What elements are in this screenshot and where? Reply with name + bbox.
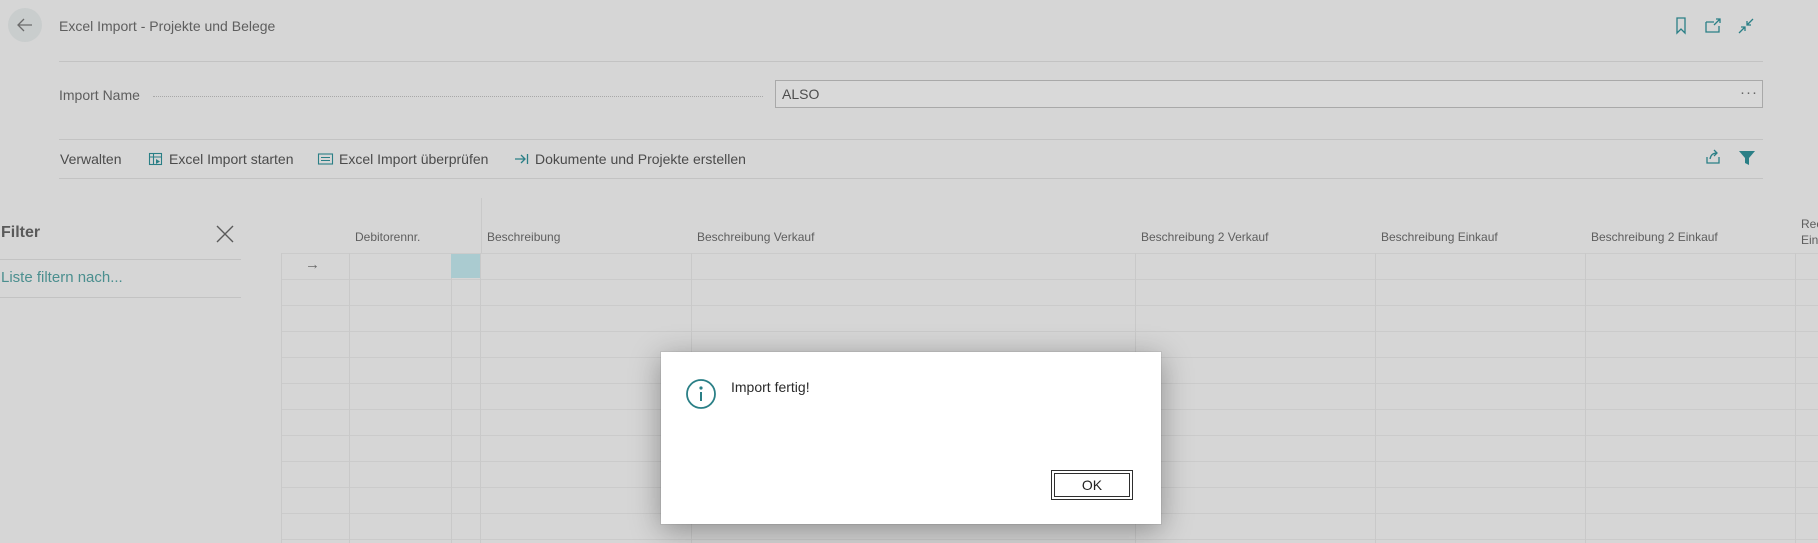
grid-row-line (281, 539, 1818, 540)
column-header-beschreibung-einkauf[interactable]: Beschreibung Einkauf (1381, 230, 1498, 244)
column-header-beschreibung[interactable]: Beschreibung (487, 230, 560, 244)
grid-col-line (1585, 253, 1586, 543)
collapse-button[interactable] (1736, 16, 1758, 38)
grid-row-line (281, 253, 1818, 254)
field-lookup-button[interactable]: ··· (1740, 84, 1758, 101)
filter-close-button[interactable] (214, 223, 236, 250)
check-import-label: Excel Import überprüfen (339, 151, 489, 167)
filter-funnel-icon (1739, 151, 1755, 165)
open-new-window-icon (1705, 18, 1721, 33)
grid-col-line (451, 253, 452, 543)
enter-arrow-icon (515, 154, 529, 164)
column-header-truncated-top[interactable]: Rec (1801, 217, 1818, 231)
manage-menu[interactable]: Verwalten (60, 151, 121, 167)
current-row-indicator: → (305, 256, 320, 273)
back-button[interactable] (8, 8, 42, 42)
page-title: Excel Import - Projekte und Belege (59, 18, 276, 34)
selected-cell[interactable] (451, 254, 480, 278)
back-arrow-icon (17, 18, 32, 32)
grid-col-line (1795, 253, 1796, 543)
grid-col-line (349, 253, 350, 543)
column-header-beschreibung-verkauf[interactable]: Beschreibung Verkauf (697, 230, 814, 244)
grid-row-line (281, 279, 1818, 280)
manage-label: Verwalten (60, 151, 122, 167)
column-header-debitorennr[interactable]: Debitorennr. (355, 230, 420, 244)
import-name-label: Import Name (59, 87, 140, 103)
field-divider (59, 139, 1763, 140)
filter-divider-top (0, 259, 241, 260)
filter-divider-bottom (0, 297, 241, 298)
grid-row-line (281, 331, 1818, 332)
spreadsheet-check-icon (317, 153, 334, 165)
import-name-input[interactable] (775, 80, 1763, 108)
column-header-beschreibung-2-einkauf[interactable]: Beschreibung 2 Einkauf (1591, 230, 1718, 244)
column-header-beschreibung-2-verkauf[interactable]: Beschreibung 2 Verkauf (1141, 230, 1268, 244)
close-icon (216, 225, 234, 243)
filter-pane-title: Filter (1, 224, 41, 241)
ok-button[interactable]: OK (1051, 470, 1133, 500)
share-button[interactable] (1704, 148, 1722, 171)
filter-list-link[interactable]: Liste filtern nach... (1, 269, 123, 286)
create-documents-action[interactable]: Dokumente und Projekte erstellen (514, 151, 746, 167)
dialog-message: Import fertig! (731, 379, 810, 395)
grid-row-line (281, 305, 1818, 306)
message-dialog: Import fertig! OK (661, 352, 1161, 524)
start-import-label: Excel Import starten (169, 151, 294, 167)
header-divider (59, 61, 1763, 62)
column-header-truncated-bottom: Ein (1801, 233, 1818, 247)
field-dotted-leader (153, 96, 763, 97)
start-import-action[interactable]: Excel Import starten (148, 151, 294, 167)
bookmark-icon (1676, 17, 1686, 35)
grid-header-separator (481, 198, 482, 253)
collapse-icon (1738, 18, 1754, 34)
share-icon (1706, 149, 1720, 164)
actionbar-divider (59, 178, 1763, 179)
grid-col-line (480, 253, 481, 543)
filter-toggle-button[interactable] (1738, 149, 1756, 172)
create-documents-label: Dokumente und Projekte erstellen (535, 151, 746, 167)
grid-col-line (281, 253, 282, 543)
bookmark-button[interactable] (1672, 16, 1694, 38)
grid-col-line (1375, 253, 1376, 543)
open-new-window-button[interactable] (1703, 16, 1725, 38)
info-icon (686, 379, 716, 409)
spreadsheet-run-icon (148, 152, 163, 166)
check-import-action[interactable]: Excel Import überprüfen (317, 151, 488, 167)
